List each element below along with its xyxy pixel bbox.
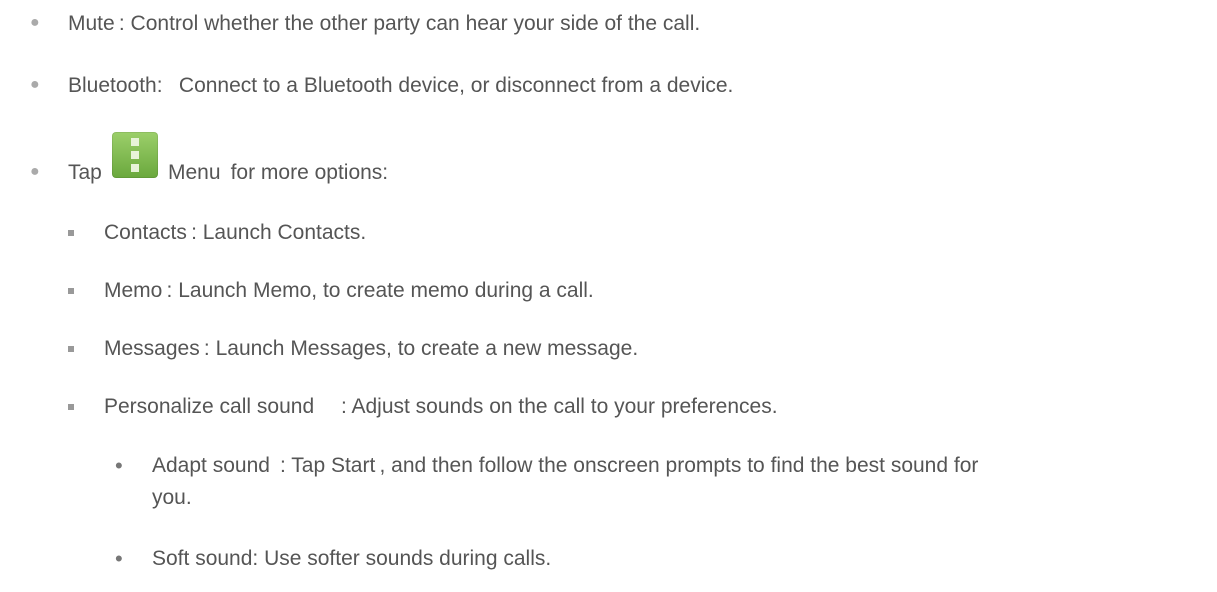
- list-item-bluetooth: Bluetooth: Connect to a Bluetooth device…: [68, 74, 734, 97]
- bullet-square: [68, 230, 74, 236]
- list-item-menu-prefix: Tap: [68, 161, 102, 184]
- menu-icon: [112, 132, 158, 178]
- sub-item-memo: Memo : Launch Memo, to create memo durin…: [104, 279, 594, 302]
- bullet-square: [68, 288, 74, 294]
- bullet-dot: ●: [30, 14, 40, 31]
- sub-sub-item-soft-sound: Soft sound: Use softer sounds during cal…: [152, 547, 552, 570]
- sub-sub-item-adapt-sound: Adapt sound : Tap Start , and then follo…: [152, 454, 979, 477]
- sub-sub-item-adapt-sound-cont: you.: [152, 486, 192, 509]
- bullet-dot: ●: [30, 163, 40, 180]
- sub-item-messages: Messages : Launch Messages, to create a …: [104, 337, 639, 360]
- bullet-small-dot: •: [115, 453, 123, 478]
- sub-item-contacts: Contacts : Launch Contacts.: [104, 221, 367, 244]
- bullet-small-dot: •: [115, 546, 123, 571]
- bullet-dot: ●: [30, 76, 40, 93]
- bullet-square: [68, 404, 74, 410]
- sub-item-personalize-call-sound: Personalize call sound : Adjust sounds o…: [104, 395, 778, 418]
- list-item-menu-suffix: Menu for more options:: [168, 161, 389, 184]
- bullet-square: [68, 346, 74, 352]
- list-item-mute: Mute : Control whether the other party c…: [68, 12, 701, 35]
